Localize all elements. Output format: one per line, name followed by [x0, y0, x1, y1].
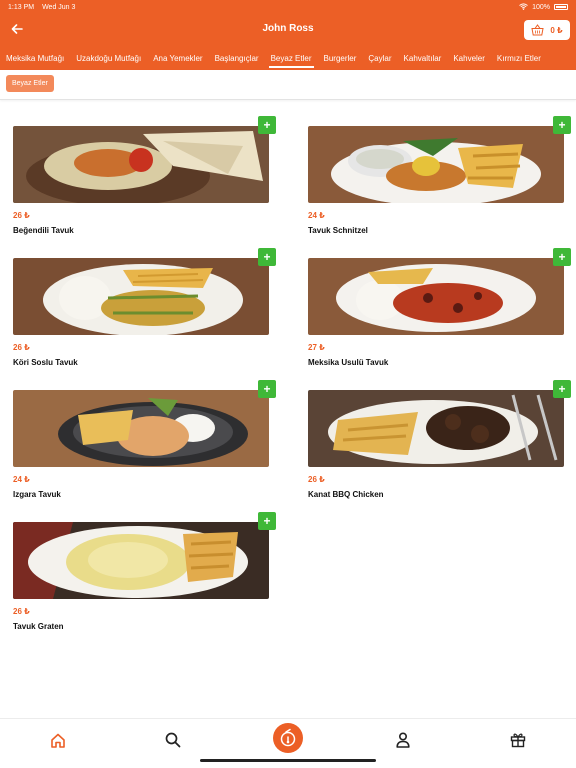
product-name: Kanat BBQ Chicken — [308, 490, 384, 499]
tab-uzakdogu-mutfagi[interactable]: Uzakdoğu Mutfağı — [70, 46, 147, 70]
tab-profile[interactable] — [392, 729, 414, 751]
add-to-cart-button[interactable]: + — [258, 512, 276, 530]
tab-search[interactable] — [162, 729, 184, 751]
battery-percent: 100% — [532, 3, 550, 11]
add-to-cart-button[interactable]: + — [553, 116, 571, 134]
product-name: Izgara Tavuk — [13, 490, 61, 499]
product-price: 24 ₺ — [13, 475, 30, 484]
home-indicator — [200, 759, 376, 762]
product-price: 24 ₺ — [308, 211, 325, 220]
page-title: John Ross — [262, 23, 314, 34]
add-to-cart-button[interactable]: + — [553, 248, 571, 266]
tab-label: Burgerler — [323, 53, 357, 63]
status-time: 1:13 PM — [8, 3, 35, 11]
product-image — [13, 390, 269, 467]
cart-total: 0 ₺ — [550, 25, 563, 35]
tab-baslangiclar[interactable]: Başlangıçlar — [209, 46, 265, 70]
product-card[interactable]: + 27 ₺ Meksika Usulü Tavuk — [308, 248, 571, 372]
category-tabs: Meksika Mutfağı Uzakdoğu Mutfağı Ana Yem… — [0, 46, 576, 70]
restaurant-logo-icon — [280, 728, 296, 747]
tab-beyaz-etler[interactable]: Beyaz Etler — [265, 46, 318, 70]
battery-icon — [554, 4, 568, 10]
product-image — [13, 126, 269, 203]
product-name: Tavuk Schnitzel — [308, 226, 368, 235]
product-image — [13, 522, 269, 599]
tab-label: Uzakdoğu Mutfağı — [76, 53, 142, 63]
tab-ana-yemekler[interactable]: Ana Yemekler — [147, 46, 208, 70]
product-price: 26 ₺ — [13, 607, 30, 616]
product-price: 26 ₺ — [13, 343, 30, 352]
basket-icon — [531, 24, 544, 36]
product-price: 26 ₺ — [13, 211, 30, 220]
product-image — [308, 126, 564, 203]
gift-icon — [510, 733, 526, 748]
wifi-icon — [519, 2, 528, 12]
tab-gifts[interactable] — [507, 729, 529, 751]
restaurant-button[interactable] — [273, 723, 303, 753]
tab-meksika-mutfagi[interactable]: Meksika Mutfağı — [0, 46, 70, 70]
product-card[interactable]: + 26 ₺ Köri Soslu Tavuk — [13, 248, 276, 372]
tab-home[interactable] — [47, 729, 69, 751]
tab-label: Kırmızı Etler — [496, 53, 541, 63]
product-card[interactable]: + 24 ₺ Izgara Tavuk — [13, 380, 276, 504]
subcategory-chip[interactable]: Beyaz Etler — [6, 75, 54, 92]
status-date: Wed Jun 3 — [42, 3, 76, 11]
tab-caylar[interactable]: Çaylar — [362, 46, 397, 70]
add-to-cart-button[interactable]: + — [553, 380, 571, 398]
tab-kahvaltilar[interactable]: Kahvaltılar — [398, 46, 448, 70]
product-price: 26 ₺ — [308, 475, 325, 484]
home-icon — [51, 733, 65, 748]
product-name: Meksika Usulü Tavuk — [308, 358, 389, 367]
product-card[interactable]: + 26 ₺ Kanat BBQ Chicken — [308, 380, 571, 504]
product-name: Tavuk Graten — [13, 622, 64, 631]
search-icon — [165, 732, 181, 748]
tab-label: Kahveler — [453, 53, 485, 63]
bottom-tab-bar — [0, 718, 576, 768]
subcategory-bar: Beyaz Etler — [0, 70, 576, 100]
user-icon — [396, 732, 410, 748]
add-to-cart-button[interactable]: + — [258, 248, 276, 266]
add-to-cart-button[interactable]: + — [258, 116, 276, 134]
product-name: Beğendili Tavuk — [13, 226, 74, 235]
tab-label: Meksika Mutfağı — [6, 53, 65, 63]
tab-label: Ana Yemekler — [153, 53, 203, 63]
nav-bar: John Ross 0 ₺ — [0, 14, 576, 46]
product-card[interactable]: + 26 ₺ Beğendili Tavuk — [13, 116, 276, 240]
product-card[interactable]: + 24 ₺ Tavuk Schnitzel — [308, 116, 571, 240]
status-bar: 1:13 PM Wed Jun 3 100% — [0, 0, 576, 14]
product-image — [13, 258, 269, 335]
product-image — [308, 390, 564, 467]
product-image — [308, 258, 564, 335]
tab-label: Beyaz Etler — [270, 53, 312, 63]
tab-label: Kahvaltılar — [403, 53, 442, 63]
add-to-cart-button[interactable]: + — [258, 380, 276, 398]
tab-label: Başlangıçlar — [214, 53, 259, 63]
product-grid: + 26 ₺ Beğendili Tavuk + 24 ₺ Tavuk Schn… — [0, 100, 576, 718]
tab-burgerler[interactable]: Burgerler — [318, 46, 363, 70]
cart-button[interactable]: 0 ₺ — [524, 20, 570, 40]
tab-kirmizi-etler[interactable]: Kırmızı Etler — [491, 46, 547, 70]
product-name: Köri Soslu Tavuk — [13, 358, 78, 367]
product-price: 27 ₺ — [308, 343, 325, 352]
tab-kahveler[interactable]: Kahveler — [447, 46, 491, 70]
tab-label: Çaylar — [368, 53, 392, 63]
product-card[interactable]: + 26 ₺ Tavuk Graten — [13, 512, 276, 636]
